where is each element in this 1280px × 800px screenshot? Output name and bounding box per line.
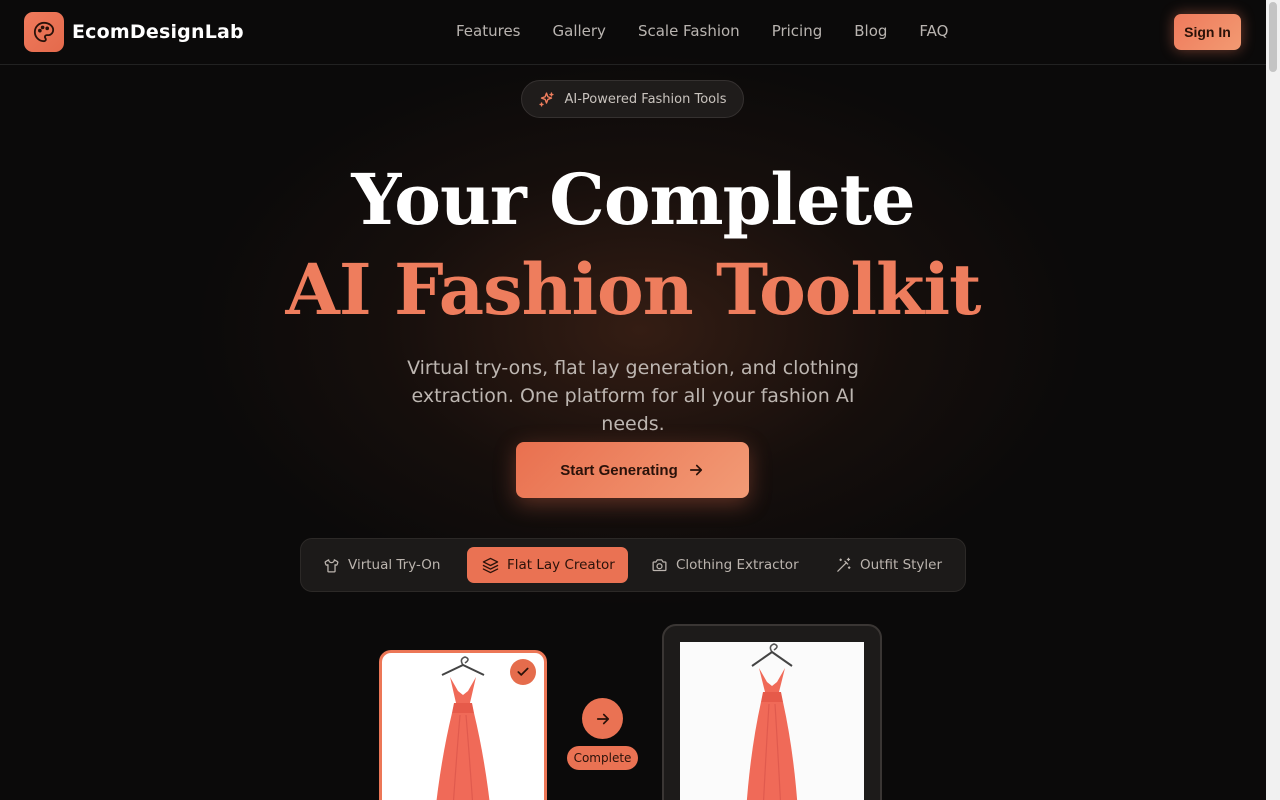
dress-result-image	[746, 643, 798, 800]
check-icon	[510, 659, 536, 685]
tool-tabs: Virtual Try-On Flat Lay Creator Clothing…	[300, 538, 966, 592]
hero-title-line1: Your Complete	[351, 158, 915, 241]
tab-outfit-styler-label: Outfit Styler	[860, 557, 943, 573]
tab-clothing-extractor[interactable]: Clothing Extractor	[651, 547, 801, 583]
tab-virtual-try-on-label: Virtual Try-On	[348, 557, 441, 573]
sign-in-button[interactable]: Sign In	[1174, 14, 1241, 50]
process-arrow-icon	[582, 698, 623, 739]
nav-link-blog[interactable]: Blog	[854, 22, 887, 40]
tab-flat-lay-creator-label: Flat Lay Creator	[507, 557, 615, 573]
result-image	[680, 642, 864, 800]
start-generating-label: Start Generating	[560, 461, 678, 479]
nav-link-scale-fashion[interactable]: Scale Fashion	[638, 22, 740, 40]
hero-subtitle: Virtual try-ons, flat lay generation, an…	[407, 357, 859, 435]
brand-logo[interactable]: EcomDesignLab	[24, 12, 244, 52]
scrollbar-track[interactable]	[1266, 0, 1280, 800]
top-nav: EcomDesignLab Features Gallery Scale Fas…	[0, 0, 1266, 65]
start-generating-button[interactable]: Start Generating	[516, 442, 749, 498]
nav-links: Features Gallery Scale Fashion Pricing B…	[456, 22, 980, 40]
nav-link-features[interactable]: Features	[456, 22, 521, 40]
nav-link-faq[interactable]: FAQ	[919, 22, 948, 40]
tab-clothing-extractor-label: Clothing Extractor	[676, 557, 799, 573]
sparkles-icon	[539, 91, 555, 107]
tab-flat-lay-creator[interactable]: Flat Lay Creator	[467, 547, 628, 583]
tab-outfit-styler[interactable]: Outfit Styler	[835, 547, 945, 583]
status-badge: Complete	[567, 746, 638, 770]
arrow-right-icon	[689, 464, 702, 476]
scrollbar-thumb[interactable]	[1269, 2, 1277, 72]
nav-link-gallery[interactable]: Gallery	[553, 22, 606, 40]
magic-wand-icon	[837, 557, 851, 572]
camera-icon	[652, 558, 667, 571]
shirt-icon	[324, 558, 339, 573]
hero-badge: AI-Powered Fashion Tools	[521, 80, 744, 118]
hero-badge-label: AI-Powered Fashion Tools	[564, 91, 727, 107]
nav-link-pricing[interactable]: Pricing	[772, 22, 823, 40]
hero-title-line2: AI Fashion Toolkit	[285, 248, 982, 331]
tab-virtual-try-on[interactable]: Virtual Try-On	[323, 547, 455, 583]
layers-icon	[482, 557, 499, 573]
palette-icon	[24, 12, 64, 52]
brand-name: EcomDesignLab	[72, 21, 244, 43]
